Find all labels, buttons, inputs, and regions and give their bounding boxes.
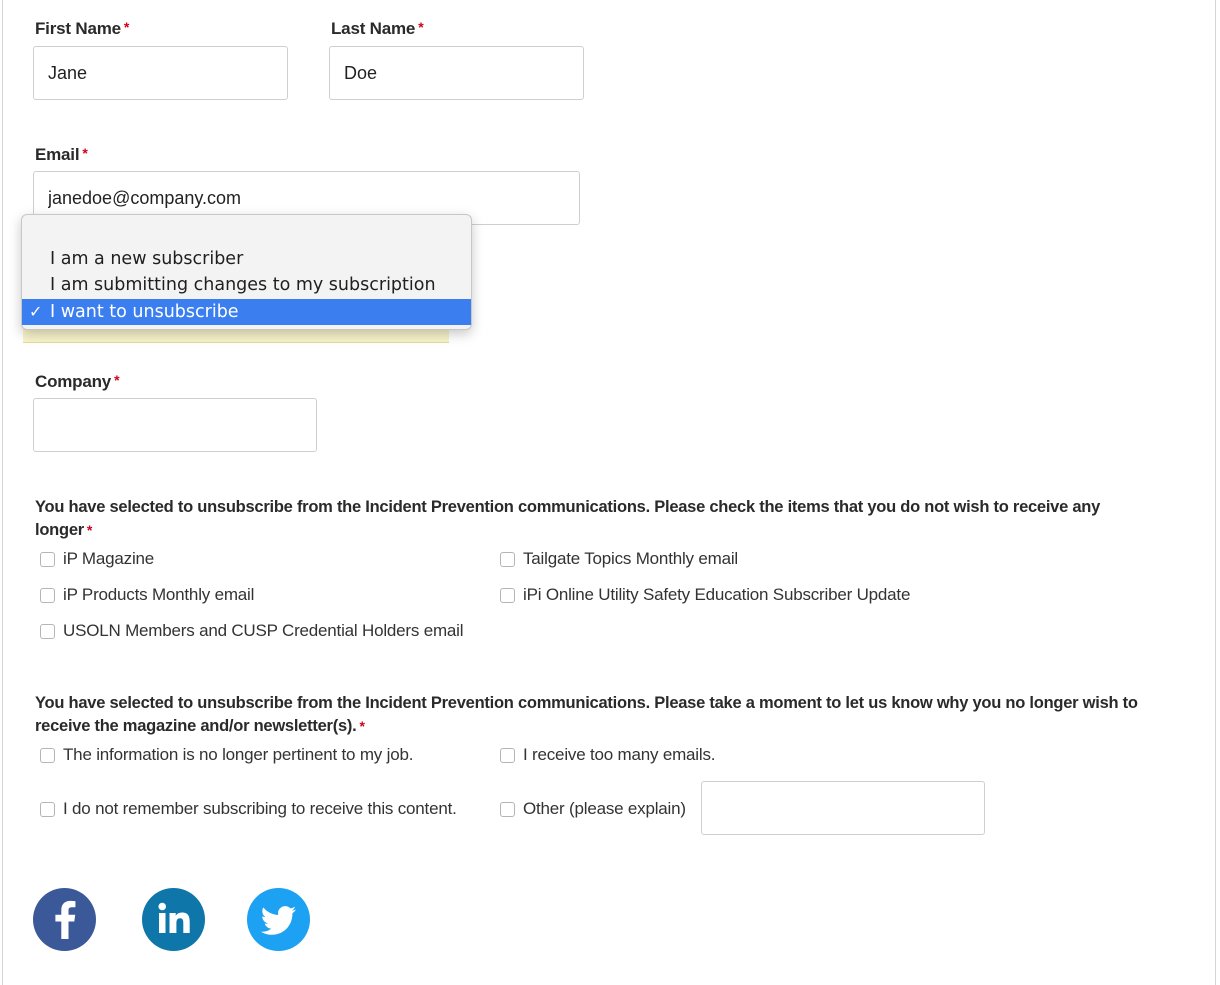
checkbox[interactable] xyxy=(500,747,515,763)
required-mark: * xyxy=(86,522,93,538)
checkbox-label: USOLN Members and CUSP Credential Holder… xyxy=(63,621,464,640)
facebook-glyph xyxy=(55,900,76,939)
form-container: First Name* Last Name* Email* I am a new… xyxy=(2,0,1216,985)
checkbox[interactable] xyxy=(500,587,515,603)
option-label: I want to unsubscribe xyxy=(50,302,239,322)
checkbox-do-not-remember[interactable]: I do not remember subscribing to receive… xyxy=(40,799,457,819)
checkbox[interactable] xyxy=(500,551,515,567)
question-line: longer * xyxy=(35,519,1100,542)
required-mark: * xyxy=(123,19,130,35)
question-line: You have selected to unsubscribe from th… xyxy=(35,694,1138,712)
checkbox-label: The information is no longer pertinent t… xyxy=(63,745,414,764)
facebook-icon[interactable] xyxy=(33,888,96,951)
checkbox-ipi-online[interactable]: iPi Online Utility Safety Education Subs… xyxy=(500,585,910,605)
question-line: You have selected to unsubscribe from th… xyxy=(35,498,1101,516)
email-label-text: Email xyxy=(35,145,80,164)
checkbox-label: iPi Online Utility Safety Education Subs… xyxy=(523,585,911,604)
required-mark: * xyxy=(82,145,88,161)
subscription-dropdown-menu[interactable]: I am a new subscriber I am submitting ch… xyxy=(21,214,472,330)
unsubscribe-items-question: You have selected to unsubscribe from th… xyxy=(35,496,1100,542)
first-name-label-text: First Name xyxy=(35,19,121,38)
question-text: longer xyxy=(35,521,84,539)
checkbox[interactable] xyxy=(40,747,55,763)
first-name-label: First Name * xyxy=(35,19,129,39)
company-label: Company * xyxy=(35,372,120,392)
email-label: Email * xyxy=(35,145,88,165)
checkbox-label: I do not remember subscribing to receive… xyxy=(63,799,457,818)
last-name-label-text: Last Name xyxy=(331,19,416,38)
required-mark: * xyxy=(418,19,424,35)
checkbox[interactable] xyxy=(40,801,55,817)
first-name-input[interactable] xyxy=(33,46,288,100)
checkbox[interactable] xyxy=(40,551,55,567)
twitter-icon[interactable] xyxy=(247,888,310,951)
company-label-text: Company xyxy=(35,372,112,391)
checkbox[interactable] xyxy=(40,587,55,603)
last-name-label: Last Name * xyxy=(331,19,424,39)
linkedin-icon[interactable] xyxy=(142,888,205,951)
checkbox-too-many-emails[interactable]: I receive too many emails. xyxy=(500,745,715,765)
checkbox-label: iP Magazine xyxy=(63,549,155,568)
twitter-glyph xyxy=(260,906,296,935)
checkbox-usoln-cusp[interactable]: USOLN Members and CUSP Credential Holder… xyxy=(40,621,464,641)
checkbox-not-pertinent[interactable]: The information is no longer pertinent t… xyxy=(40,745,413,765)
option-label: I am a new subscriber xyxy=(50,249,244,269)
question-line: receive the magazine and/or newsletter(s… xyxy=(35,715,1138,738)
required-mark: * xyxy=(114,372,120,388)
checkbox-label: Other (please explain) xyxy=(523,799,686,818)
required-mark: * xyxy=(359,718,365,734)
option-unsubscribe[interactable]: ✓ I want to unsubscribe xyxy=(22,299,471,325)
checkmark-icon: ✓ xyxy=(29,302,43,321)
checkbox-ip-products[interactable]: iP Products Monthly email xyxy=(40,585,254,605)
other-explain-input[interactable] xyxy=(701,781,985,835)
checkbox-label: I receive too many emails. xyxy=(523,745,716,764)
checkbox[interactable] xyxy=(500,801,515,817)
option-submitting-changes[interactable]: I am submitting changes to my subscripti… xyxy=(22,272,471,298)
checkbox-label: iP Products Monthly email xyxy=(63,585,255,604)
option-label: I am submitting changes to my subscripti… xyxy=(50,275,436,295)
option-new-subscriber[interactable]: I am a new subscriber xyxy=(22,246,471,272)
company-input[interactable] xyxy=(33,398,317,452)
checkbox-tailgate-topics[interactable]: Tailgate Topics Monthly email xyxy=(500,549,738,569)
unsubscribe-reasons-question: You have selected to unsubscribe from th… xyxy=(35,692,1138,738)
checkbox-label: Tailgate Topics Monthly email xyxy=(523,549,738,568)
last-name-input[interactable] xyxy=(329,46,584,100)
linkedin-glyph xyxy=(158,902,190,933)
checkbox[interactable] xyxy=(40,623,55,639)
checkbox-ip-magazine[interactable]: iP Magazine xyxy=(40,549,154,569)
question-text: receive the magazine and/or newsletter(s… xyxy=(35,717,357,735)
checkbox-other[interactable]: Other (please explain) xyxy=(500,799,686,819)
